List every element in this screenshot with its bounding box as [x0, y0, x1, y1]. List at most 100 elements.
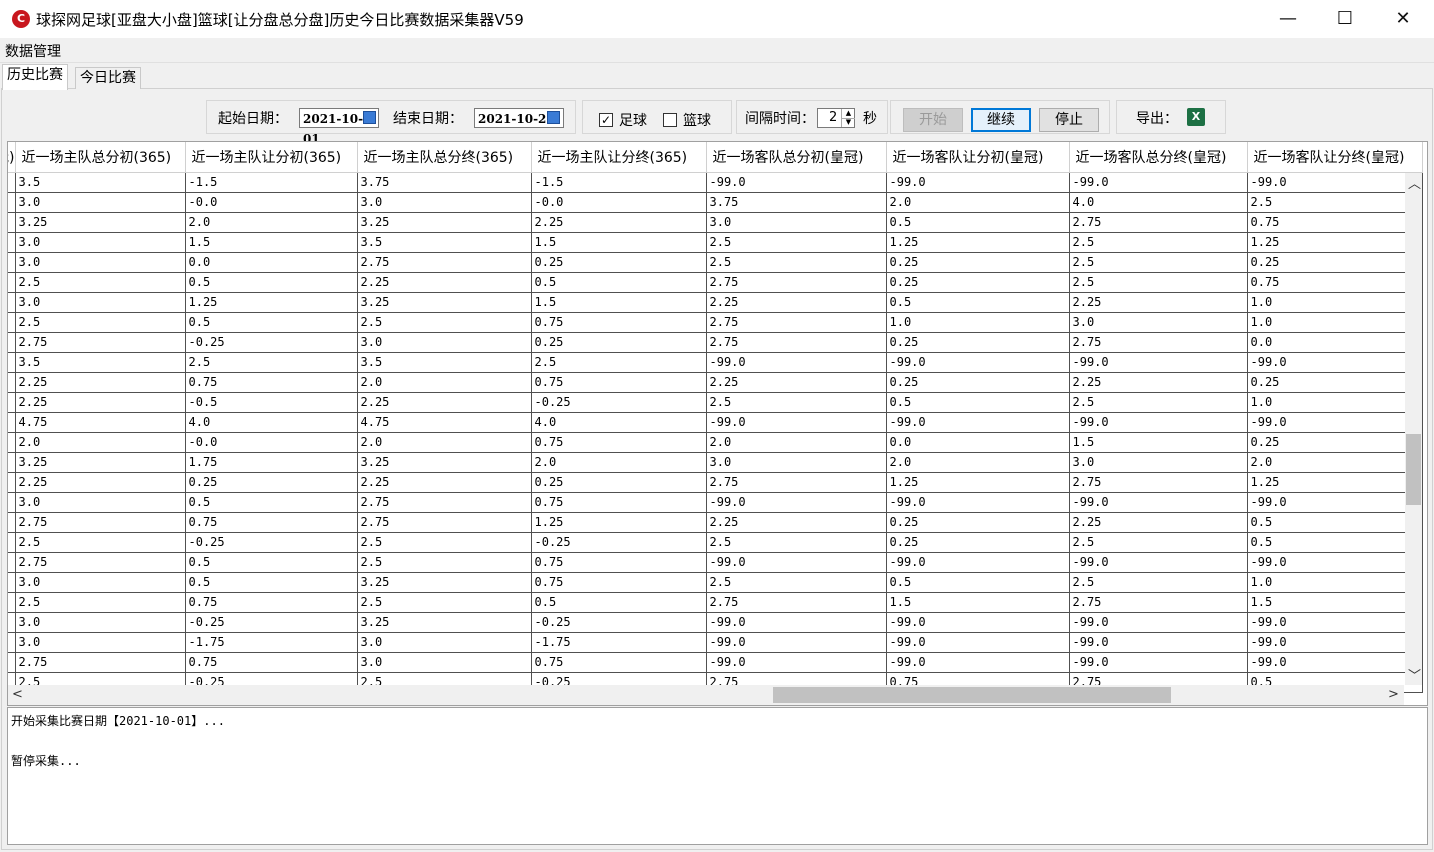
table-cell[interactable]: 3.0	[357, 332, 532, 353]
table-cell[interactable]: 0.5	[185, 272, 358, 293]
table-cell[interactable]: 0.25	[886, 532, 1070, 553]
table-cell[interactable]: -99.0	[1069, 172, 1248, 193]
table-cell[interactable]: 2.75	[1069, 212, 1248, 233]
table-cell[interactable]: 3.0	[15, 292, 186, 313]
table-cell[interactable]: 2.75	[1069, 332, 1248, 353]
table-cell[interactable]: 3.25	[15, 212, 186, 233]
table-cell-partial[interactable]	[8, 612, 16, 633]
table-cell[interactable]: 2.25	[15, 372, 186, 393]
table-cell[interactable]: 1.5	[531, 232, 707, 253]
table-cell[interactable]: 0.25	[185, 472, 358, 493]
table-cell[interactable]: 2.0	[886, 192, 1070, 213]
table-cell[interactable]: -99.0	[1247, 552, 1423, 573]
table-cell[interactable]: -99.0	[706, 352, 887, 373]
table-cell[interactable]: 2.5	[15, 312, 186, 333]
table-cell[interactable]: 1.5	[886, 592, 1070, 613]
table-cell[interactable]: 2.25	[706, 372, 887, 393]
table-cell[interactable]: 2.0	[15, 432, 186, 453]
table-cell[interactable]: 0.5	[886, 212, 1070, 233]
table-cell[interactable]: 0.75	[185, 652, 358, 673]
table-cell[interactable]: 3.5	[357, 352, 532, 373]
table-cell[interactable]: -0.25	[531, 612, 707, 633]
table-cell[interactable]: 0.5	[185, 572, 358, 593]
table-row[interactable]: 2.5 -0.25 2.5 -0.25 2.5 0.25 2.5 0.5	[8, 532, 1423, 553]
table-cell[interactable]: -99.0	[1069, 652, 1248, 673]
table-cell-partial[interactable]	[8, 312, 16, 333]
table-cell[interactable]: 2.25	[706, 292, 887, 313]
table-cell[interactable]: 0.75	[531, 492, 707, 513]
table-cell-partial[interactable]	[8, 432, 16, 453]
table-cell[interactable]: -1.5	[531, 172, 707, 193]
table-cell[interactable]: 1.0	[886, 312, 1070, 333]
table-cell[interactable]: 3.25	[357, 612, 532, 633]
table-cell[interactable]: 3.0	[15, 612, 186, 633]
table-cell[interactable]: 3.0	[15, 252, 186, 273]
minimize-button[interactable]: —	[1259, 0, 1317, 38]
table-cell[interactable]: 0.75	[531, 312, 707, 333]
calendar-icon[interactable]	[547, 111, 560, 124]
table-cell[interactable]: 2.0	[185, 212, 358, 233]
table-row[interactable]: 2.75 0.5 2.5 0.75 -99.0 -99.0 -99.0 -99.0	[8, 552, 1423, 573]
table-cell[interactable]: 3.25	[15, 452, 186, 473]
table-row[interactable]: 2.25 0.25 2.25 0.25 2.75 1.25 2.75 1.25	[8, 472, 1423, 493]
table-cell[interactable]: 3.25	[357, 292, 532, 313]
table-cell[interactable]: 0.75	[1247, 272, 1423, 293]
table-cell[interactable]: 0.5	[185, 492, 358, 513]
table-cell[interactable]: -0.5	[185, 392, 358, 413]
table-cell[interactable]: 0.5	[1247, 532, 1423, 553]
table-cell[interactable]: 1.25	[886, 232, 1070, 253]
end-date-picker[interactable]: 2021-10-21	[474, 108, 564, 128]
table-cell[interactable]: -99.0	[886, 172, 1070, 193]
column-header[interactable]: 近一场主队总分初(365)	[15, 142, 186, 173]
stop-button[interactable]: 停止	[1039, 108, 1099, 132]
table-cell[interactable]: 0.75	[185, 592, 358, 613]
table-cell[interactable]: 2.75	[1069, 592, 1248, 613]
table-cell-partial[interactable]	[8, 412, 16, 433]
table-cell[interactable]: -0.25	[185, 612, 358, 633]
football-checkbox[interactable]: ✓	[599, 113, 613, 127]
log-panel[interactable]: 开始采集比赛日期【2021-10-01】... 暂停采集...	[7, 707, 1428, 845]
table-cell[interactable]: 4.75	[357, 412, 532, 433]
table-cell[interactable]: 2.5	[1069, 572, 1248, 593]
column-header[interactable]: 近一场主队让分初(365)	[185, 142, 358, 173]
table-cell[interactable]: 3.5	[357, 232, 532, 253]
table-cell[interactable]: 3.0	[357, 632, 532, 653]
table-row[interactable]: 3.5 2.5 3.5 2.5 -99.0 -99.0 -99.0 -99.0	[8, 352, 1423, 373]
table-cell[interactable]: 0.5	[1247, 512, 1423, 533]
table-cell[interactable]: -99.0	[1247, 172, 1423, 193]
table-cell[interactable]: 3.75	[706, 192, 887, 213]
table-cell[interactable]: 2.5	[706, 572, 887, 593]
table-cell[interactable]: 2.75	[706, 472, 887, 493]
table-cell[interactable]: 3.0	[1069, 312, 1248, 333]
table-cell[interactable]: 3.0	[15, 192, 186, 213]
table-cell[interactable]: -99.0	[1069, 632, 1248, 653]
table-cell[interactable]: 1.0	[1247, 292, 1423, 313]
scroll-left-icon[interactable]: <	[12, 687, 23, 702]
table-cell[interactable]: 2.0	[357, 432, 532, 453]
table-cell[interactable]: 3.0	[15, 492, 186, 513]
table-cell[interactable]: 2.75	[1069, 472, 1248, 493]
table-cell[interactable]: 2.5	[1069, 252, 1248, 273]
table-cell[interactable]: 0.25	[531, 472, 707, 493]
table-cell[interactable]: -0.25	[531, 392, 707, 413]
table-cell-partial[interactable]	[8, 172, 16, 193]
table-cell[interactable]: -99.0	[1247, 632, 1423, 653]
table-row[interactable]: 3.0 1.25 3.25 1.5 2.25 0.5 2.25 1.0	[8, 292, 1423, 313]
table-cell[interactable]: 0.0	[886, 432, 1070, 453]
table-cell[interactable]: -0.0	[185, 192, 358, 213]
table-row[interactable]: 4.75 4.0 4.75 4.0 -99.0 -99.0 -99.0 -99.0	[8, 412, 1423, 433]
column-header[interactable]: 近一场客队总分初(皇冠)	[706, 142, 887, 173]
table-cell[interactable]: 1.0	[1247, 312, 1423, 333]
interval-spinner[interactable]: 2 ▲ ▼	[817, 108, 855, 128]
table-cell[interactable]: 2.0	[1247, 452, 1423, 473]
table-cell[interactable]: 3.25	[357, 572, 532, 593]
table-cell[interactable]: -99.0	[886, 492, 1070, 513]
table-cell[interactable]: 2.5	[531, 352, 707, 373]
table-cell[interactable]: -1.75	[185, 632, 358, 653]
table-cell[interactable]: -0.25	[185, 532, 358, 553]
scroll-right-icon[interactable]: >	[1388, 687, 1399, 702]
table-cell[interactable]: 2.5	[185, 352, 358, 373]
table-cell[interactable]: 2.5	[357, 532, 532, 553]
table-cell[interactable]: 3.5	[15, 172, 186, 193]
table-cell[interactable]: 0.25	[531, 252, 707, 273]
